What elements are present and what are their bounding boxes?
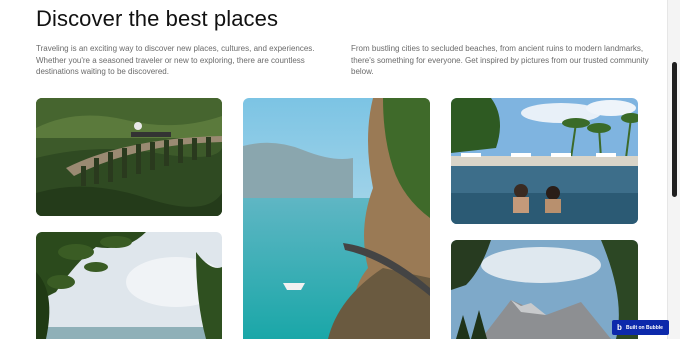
gallery-photo-mountain[interactable] bbox=[451, 240, 638, 339]
gallery-photo-beach[interactable] bbox=[36, 232, 222, 339]
intro-paragraph-left: Traveling is an exciting way to discover… bbox=[36, 44, 315, 76]
gallery-photo-viaduct[interactable] bbox=[36, 98, 222, 216]
badge-label: Built on Bubble bbox=[626, 324, 663, 331]
scrollbar-thumb[interactable] bbox=[672, 62, 677, 197]
gallery-photo-pool[interactable] bbox=[451, 98, 638, 224]
beach-image bbox=[36, 232, 222, 339]
viaduct-image bbox=[36, 98, 222, 216]
built-on-bubble-badge[interactable]: b Built on Bubble bbox=[612, 320, 669, 335]
mountain-image bbox=[451, 240, 638, 339]
page-title: Discover the best places bbox=[36, 6, 279, 31]
bubble-logo-icon: b bbox=[617, 322, 622, 332]
intro-paragraph-right: From bustling cities to secluded beaches… bbox=[351, 44, 649, 76]
coastal-road-image bbox=[243, 98, 430, 339]
gallery-photo-coastal-road[interactable] bbox=[243, 98, 430, 339]
pool-image bbox=[451, 98, 638, 224]
page-scrollbar[interactable] bbox=[667, 0, 680, 339]
